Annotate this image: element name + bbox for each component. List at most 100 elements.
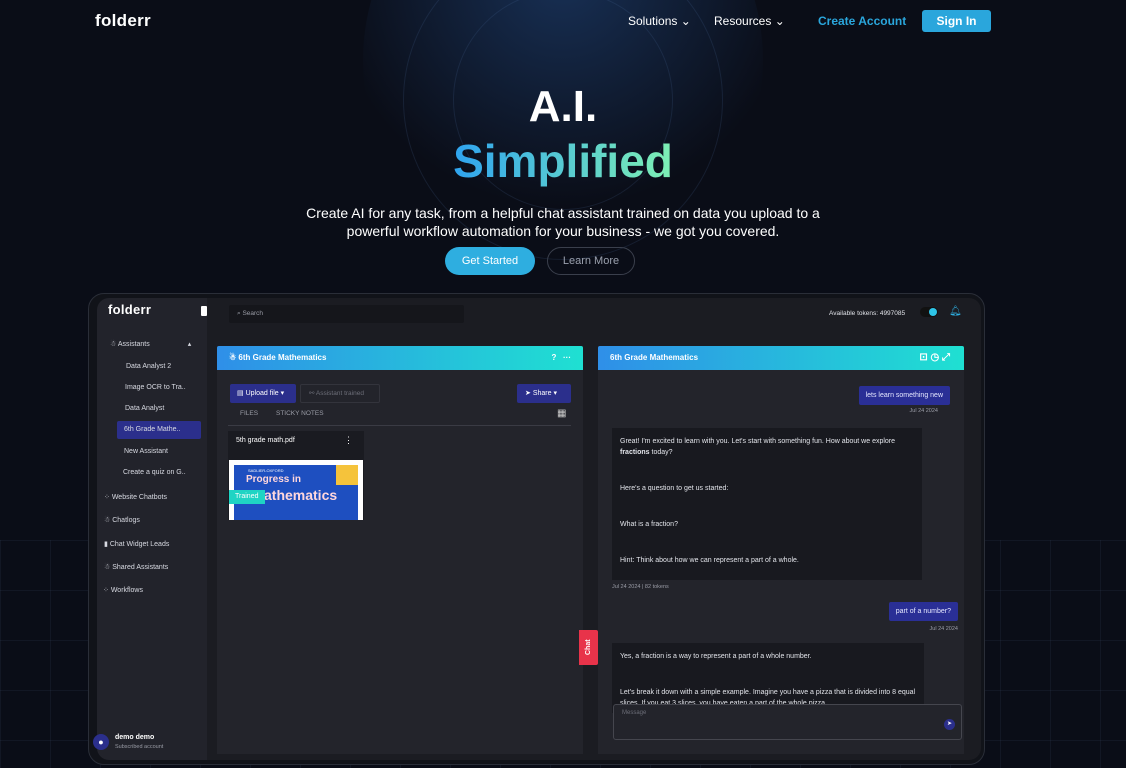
- message-date: Jul 24 2024: [909, 408, 938, 414]
- text: Yes, a fraction is a way to represent a …: [620, 653, 812, 660]
- cover-badge: [336, 465, 358, 485]
- message-input[interactable]: Message ➤: [613, 704, 962, 740]
- moon-icon: [929, 308, 937, 316]
- sidebar-subitem-active[interactable]: 6th Grade Mathe..: [117, 421, 201, 439]
- user-message: part of a number?: [888, 602, 958, 621]
- app-logo: folderr: [108, 302, 152, 317]
- feedback-icon[interactable]: ⊡: [919, 352, 927, 363]
- nav-solutions[interactable]: Solutions ⌄: [628, 14, 691, 28]
- learn-more-button[interactable]: Learn More: [547, 247, 635, 275]
- sidebar-item-assistants[interactable]: ☃ Assistants ▴: [110, 340, 191, 348]
- nav-resources[interactable]: Resources ⌄: [714, 14, 785, 28]
- message-date: Jul 24 2024: [929, 626, 958, 632]
- sidebar-subitem[interactable]: Data Analyst: [125, 405, 164, 412]
- label: Chatlogs: [112, 517, 140, 524]
- assistant-message: Great! I'm excited to learn with you. Le…: [612, 428, 922, 580]
- link-icon: ⚯: [309, 390, 315, 397]
- header-actions[interactable]: ⊡ ◷ ⤢: [919, 346, 950, 370]
- label: Website Chatbots: [111, 494, 167, 501]
- expand-icon[interactable]: ⤢: [942, 352, 950, 363]
- more-icon[interactable]: ? ···: [551, 346, 571, 370]
- user-status: Subscribed account: [115, 744, 164, 750]
- upload-file-button[interactable]: ▤ Upload file ▾: [230, 384, 296, 403]
- label: Assistants: [117, 341, 150, 348]
- user-message: lets learn something new: [858, 386, 950, 405]
- assistant-icon: ☃: [229, 353, 237, 362]
- folderr-logo[interactable]: folderr: [95, 11, 151, 31]
- text: Hint: Think about how we can represent a…: [620, 557, 799, 564]
- nav-label: Solutions: [628, 14, 678, 28]
- collapse-sidebar-icon[interactable]: [201, 306, 207, 316]
- sidebar-subitem[interactable]: Image OCR to Tra..: [125, 384, 186, 391]
- text: today?: [649, 449, 673, 456]
- chat-panel-header: 6th Grade Mathematics ⊡ ◷ ⤢: [598, 346, 964, 370]
- message-meta: Jul 24 2024 | 82 tokens: [612, 584, 669, 590]
- tab-sticky-notes[interactable]: STICKY NOTES: [276, 410, 324, 417]
- sidebar-subitem[interactable]: Data Analyst 2: [126, 363, 171, 370]
- label: Assistant trained: [315, 390, 364, 397]
- sidebar-subitem[interactable]: New Assistant: [124, 448, 168, 455]
- chevron-down-icon: ⌄: [774, 14, 785, 28]
- bell-icon[interactable]: 🔔︎: [949, 306, 962, 317]
- create-account-link[interactable]: Create Account: [818, 14, 906, 28]
- share-button[interactable]: ➤ Share ▾: [517, 384, 571, 403]
- sidebar-item-website-chatbots[interactable]: ⁘ Website Chatbots: [104, 493, 167, 501]
- cover-text: SADLIER-OXFORD: [248, 468, 284, 473]
- grid-view-icon[interactable]: ▦: [557, 408, 566, 419]
- panel-title: 6th Grade Mathematics: [238, 353, 327, 362]
- nav-label: Resources: [714, 14, 772, 28]
- label: Chat Widget Leads: [109, 541, 170, 548]
- chat-tab[interactable]: Chat: [579, 630, 598, 665]
- panel-title: 6th Grade Mathematics: [610, 353, 699, 362]
- search-icon: ⌕: [237, 310, 241, 317]
- files-panel-header: ☃ 6th Grade Mathematics ? ···: [217, 346, 583, 370]
- get-started-button[interactable]: Get Started: [445, 247, 535, 275]
- file-icon: ▤: [237, 390, 244, 397]
- sidebar-item-chat-widget-leads[interactable]: ▮ Chat Widget Leads: [104, 540, 169, 548]
- user-name: demo demo: [115, 734, 155, 741]
- hero-title-gradient: Simplified: [453, 135, 673, 187]
- kebab-menu-icon[interactable]: ⋮: [344, 435, 353, 446]
- text: Great! I'm excited to learn with you. Le…: [620, 438, 896, 445]
- sign-in-button[interactable]: Sign In: [922, 10, 991, 32]
- sidebar-item-chatlogs[interactable]: ☃ Chatlogs: [104, 516, 140, 524]
- grid-icon: ⁘: [104, 494, 110, 501]
- label: Upload file: [245, 390, 279, 397]
- file-thumbnail: SADLIER-OXFORD Progress in athematics Tr…: [229, 460, 363, 520]
- label: Workflows: [110, 587, 143, 594]
- chevron-down-icon: ⌄: [680, 14, 691, 28]
- grid-icon: ⁘: [103, 587, 109, 594]
- avatar[interactable]: ●: [93, 734, 109, 750]
- assistant-message: Yes, a fraction is a way to represent a …: [612, 643, 924, 713]
- sidebar-item-workflows[interactable]: ⁘ Workflows: [103, 586, 143, 594]
- cover-text: Progress in: [246, 474, 302, 485]
- send-button[interactable]: ➤: [944, 719, 955, 730]
- sidebar-subitem[interactable]: Create a quiz on G..: [123, 469, 186, 476]
- text: fractions: [620, 449, 650, 456]
- message-placeholder: Message: [622, 710, 647, 716]
- files-panel: [217, 346, 583, 754]
- label: Share: [532, 390, 552, 397]
- trained-badge: Trained: [229, 490, 265, 504]
- assistant-icon: ☃: [104, 517, 111, 524]
- chat-panel: 6th Grade Mathematics ⊡ ◷ ⤢ lets learn so…: [598, 346, 964, 754]
- assistant-icon: ☃: [104, 564, 111, 571]
- text: Here's a question to get us started:: [620, 485, 729, 492]
- theme-toggle[interactable]: [920, 307, 938, 317]
- assistant-icon: ☃: [110, 341, 117, 348]
- assistant-trained-button[interactable]: ⚯ Assistant trained: [300, 384, 380, 403]
- send-icon: ➤: [525, 390, 531, 397]
- search-placeholder: Search: [242, 310, 264, 317]
- sidebar-item-shared-assistants[interactable]: ☃ Shared Assistants: [104, 563, 168, 571]
- history-icon[interactable]: ◷: [930, 352, 939, 363]
- bar-chart-icon: ▮: [104, 541, 108, 548]
- cover-text: athematics: [264, 487, 338, 503]
- search-input[interactable]: ⌕ Search: [229, 305, 464, 323]
- hero-subtitle: powerful workflow automation for your bu…: [346, 223, 780, 239]
- label: Shared Assistants: [112, 564, 169, 571]
- tab-files[interactable]: FILES: [240, 410, 258, 417]
- divider: [228, 425, 571, 426]
- text: What is a fraction?: [620, 521, 678, 528]
- file-name: 5th grade math.pdf: [236, 437, 295, 444]
- chevron-up-icon: ▴: [187, 341, 192, 348]
